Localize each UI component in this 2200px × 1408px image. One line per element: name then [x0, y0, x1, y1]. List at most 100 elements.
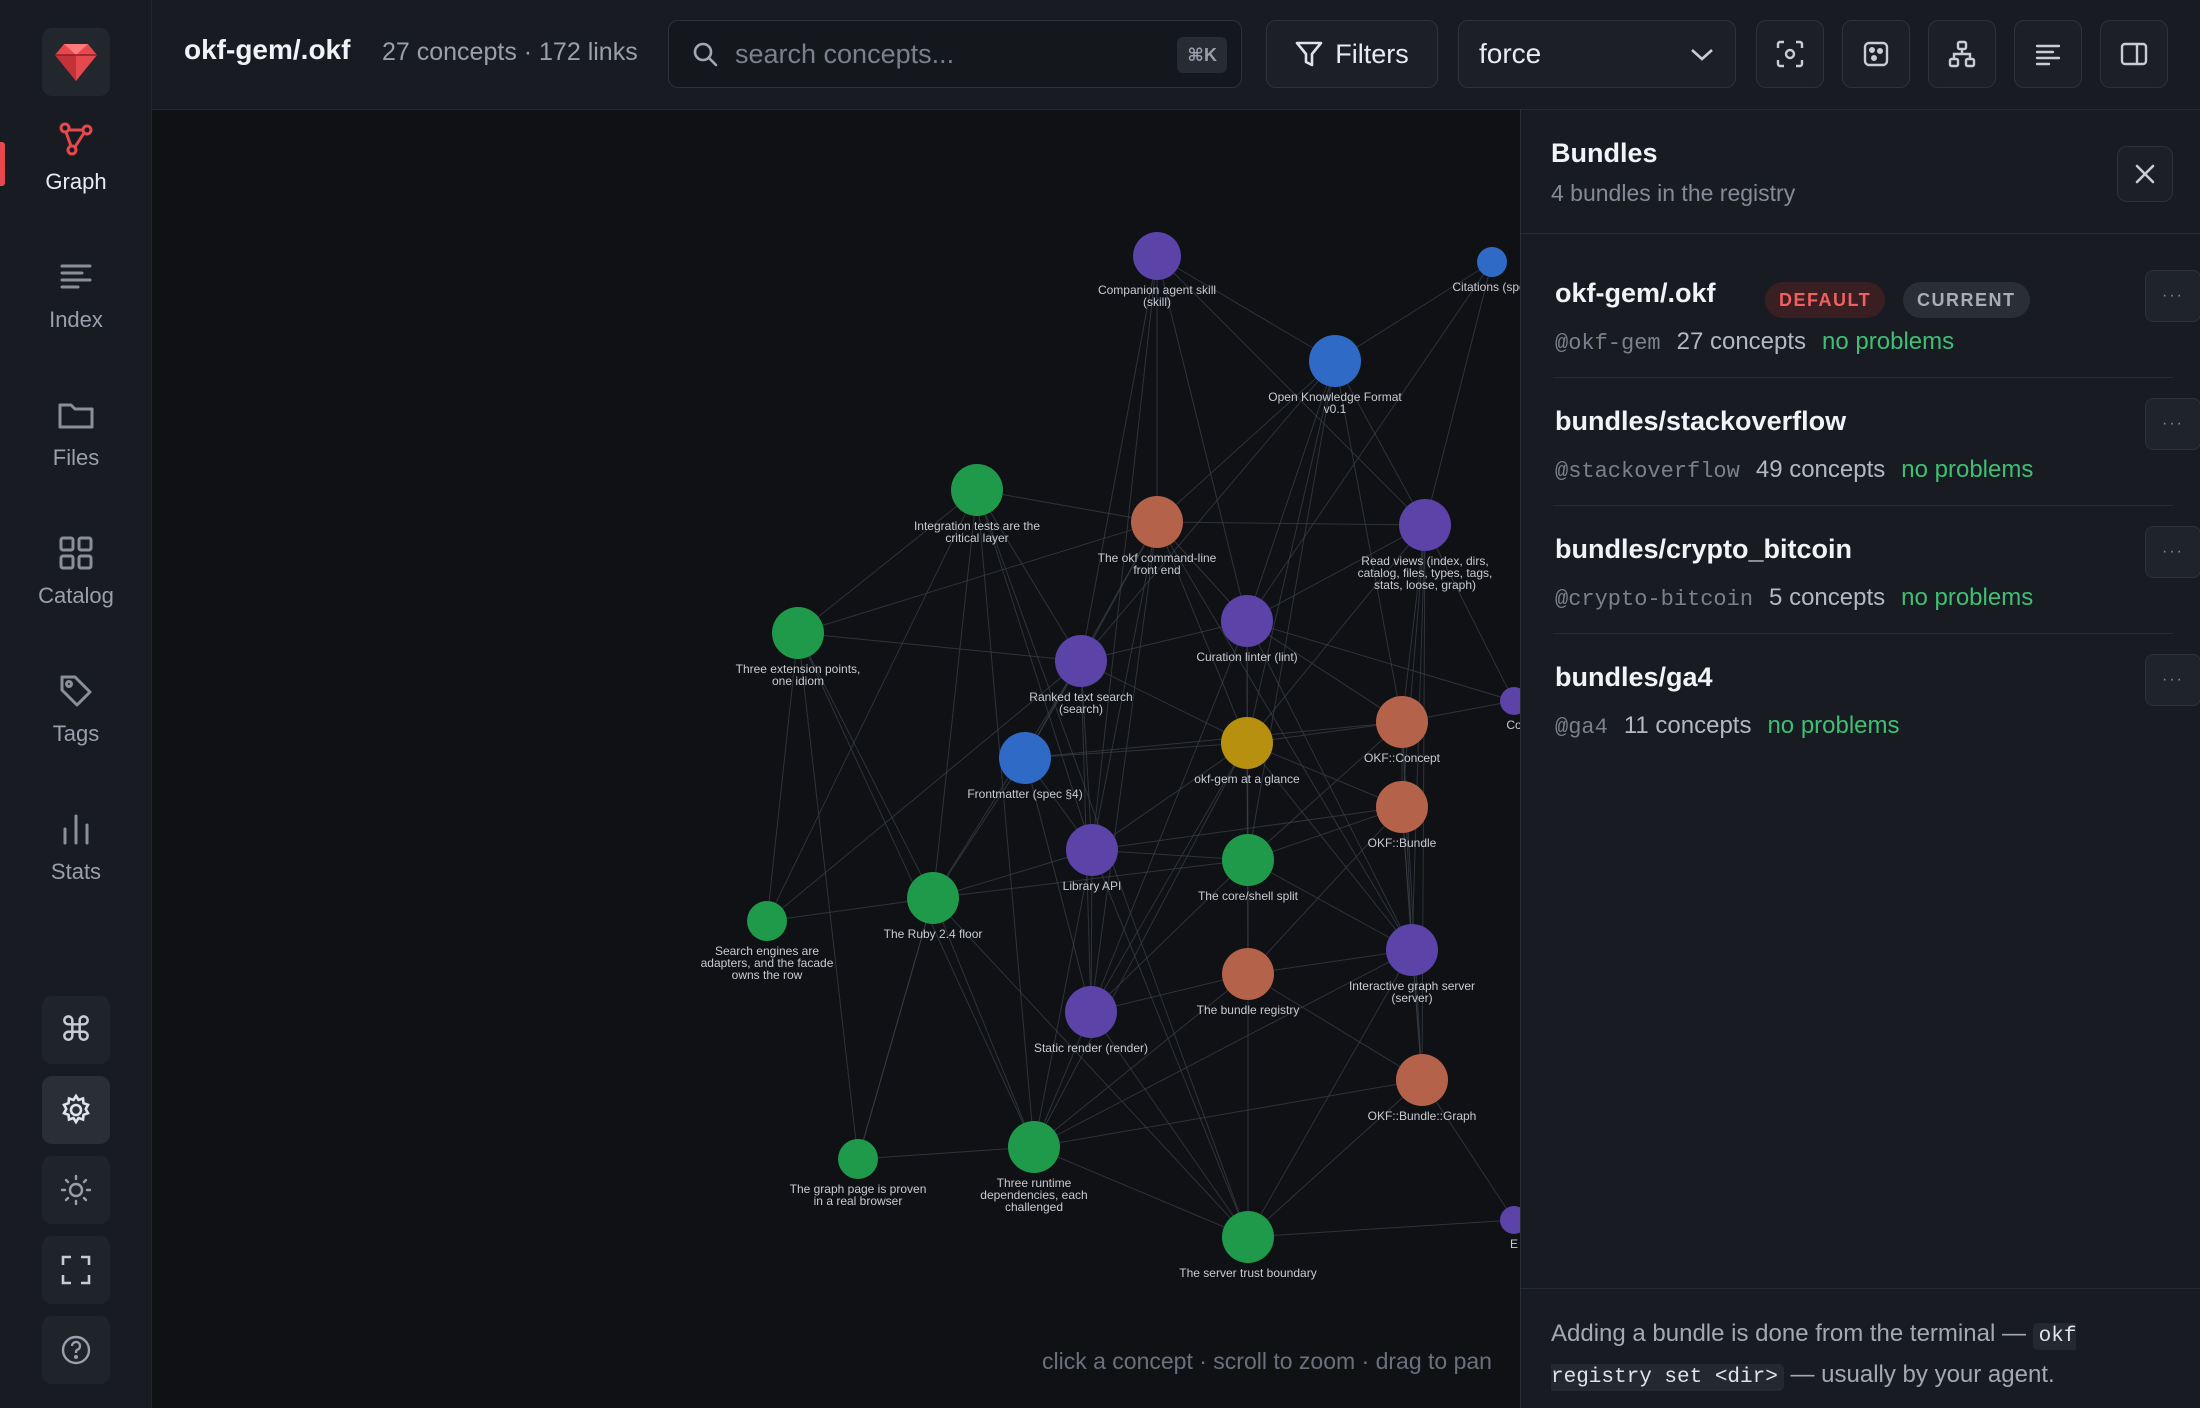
ruby-logo-icon[interactable] — [42, 28, 110, 96]
search-box[interactable]: ⌘K — [668, 20, 1242, 88]
nav-files[interactable]: Files — [0, 374, 152, 494]
search-input[interactable] — [735, 38, 1155, 70]
concept-node-circle[interactable] — [1133, 232, 1181, 280]
close-panel-button[interactable] — [2117, 146, 2173, 202]
bundle-item[interactable]: okf-gem/.okf DEFAULT CURRENT @okf-gem 27… — [1553, 250, 2200, 378]
concept-node[interactable]: okf-gem at a glance — [1194, 717, 1300, 786]
concept-node-label: OKF::Bundle — [1368, 836, 1437, 850]
help-button[interactable] — [42, 1316, 110, 1384]
bundle-item[interactable]: bundles/stackoverflow @stackoverflow 49 … — [1553, 378, 2200, 506]
concept-node[interactable]: Read views (index, dirs,catalog, files, … — [1358, 499, 1493, 592]
command-palette-button[interactable]: ⌘ — [42, 996, 110, 1064]
concept-node[interactable]: Static render (render) — [1034, 986, 1148, 1055]
toggle-panel-button[interactable] — [2100, 20, 2168, 88]
concept-node[interactable]: Open Knowledge Formatv0.1 — [1268, 335, 1402, 416]
nav-catalog[interactable]: Catalog — [0, 512, 152, 632]
concept-node-label: okf-gem at a glance — [1194, 772, 1300, 786]
concept-node-circle[interactable] — [1131, 496, 1183, 548]
settings-button[interactable] — [42, 1076, 110, 1144]
list-view-button[interactable] — [2014, 20, 2082, 88]
concept-graph[interactable]: Companion agent skill(skill)Citations (s… — [152, 110, 1520, 1408]
hierarchy-button[interactable] — [1928, 20, 1996, 88]
concept-node-circle[interactable] — [1221, 717, 1273, 769]
folder-icon — [58, 403, 94, 429]
graph-edge — [1091, 742, 1248, 851]
concept-node[interactable]: Library API — [1063, 824, 1122, 893]
concept-node-circle[interactable] — [1222, 834, 1274, 886]
concept-node-circle[interactable] — [772, 607, 824, 659]
concept-node-circle[interactable] — [1221, 595, 1273, 647]
concept-node[interactable]: Co — [1500, 687, 1520, 732]
theme-toggle-button[interactable] — [42, 1156, 110, 1224]
graph-canvas[interactable]: Companion agent skill (skill) Citations (s… — [152, 110, 1520, 1408]
focus-button[interactable] — [1756, 20, 1824, 88]
concept-node[interactable]: The Ruby 2.4 floor — [884, 872, 983, 941]
layout-value: force — [1479, 38, 1542, 69]
concept-node-circle[interactable] — [999, 732, 1051, 784]
concept-node-circle[interactable] — [1376, 696, 1428, 748]
bundle-more-button[interactable]: ··· — [2145, 270, 2200, 322]
search-shortcut: ⌘K — [1177, 37, 1227, 73]
concept-node-circle[interactable] — [1386, 924, 1438, 976]
gear-icon — [62, 1093, 90, 1125]
concept-node[interactable]: Integration tests are thecritical layer — [914, 464, 1040, 545]
concept-node-circle[interactable] — [1008, 1121, 1060, 1173]
concept-node[interactable]: OKF::Concept — [1364, 696, 1441, 765]
concept-node-circle[interactable] — [1222, 1211, 1274, 1263]
concept-node-circle[interactable] — [1500, 687, 1520, 715]
graph-edge — [1247, 1219, 1515, 1238]
concept-node-label: Citations (spec — [1452, 280, 1520, 294]
cluster-button[interactable] — [1842, 20, 1910, 88]
footer-text-end: — usually by your agent. — [1790, 1361, 2055, 1388]
concept-node-circle[interactable] — [1396, 1054, 1448, 1106]
bundle-item[interactable]: bundles/crypto_bitcoin @crypto-bitcoin 5… — [1553, 506, 2200, 634]
concept-node-circle[interactable] — [747, 901, 787, 941]
concept-node-circle[interactable] — [1065, 986, 1117, 1038]
concept-node-label: (skill) — [1143, 295, 1171, 309]
bundle-meta: @ga4 11 concepts no problems — [1555, 712, 1900, 740]
graph-edge — [976, 489, 1082, 662]
concept-node[interactable]: OKF::Bundle::Graph — [1368, 1054, 1477, 1123]
bundle-more-button[interactable]: ··· — [2145, 654, 2200, 706]
concept-node-circle[interactable] — [907, 872, 959, 924]
bundle-more-button[interactable]: ··· — [2145, 398, 2200, 450]
concept-node-label: OKF::Bundle::Graph — [1368, 1109, 1477, 1123]
layout-select[interactable]: force — [1458, 20, 1736, 88]
concept-node[interactable]: E — [1500, 1206, 1520, 1251]
nav-stats[interactable]: Stats — [0, 788, 152, 908]
concept-node-circle[interactable] — [1376, 781, 1428, 833]
bundle-name: bundles/crypto_bitcoin — [1555, 534, 1853, 564]
concept-node-circle[interactable] — [838, 1139, 878, 1179]
nav-tags[interactable]: Tags — [0, 650, 152, 770]
nav-graph[interactable]: Graph — [0, 98, 152, 218]
nav-index[interactable]: Index — [0, 236, 152, 356]
nav-index-label: Index — [49, 307, 103, 332]
concept-node[interactable]: The graph page is provenin a real browse… — [790, 1139, 927, 1208]
filters-label: Filters — [1335, 38, 1409, 69]
filters-button[interactable]: Filters — [1266, 20, 1438, 88]
concept-node[interactable]: Search engines areadapters, and the faca… — [701, 901, 834, 982]
concept-node-circle[interactable] — [1066, 824, 1118, 876]
bundle-item[interactable]: bundles/ga4 @ga4 11 concepts no problems… — [1553, 634, 2200, 762]
concept-node[interactable]: Interactive graph server(server) — [1349, 924, 1475, 1005]
concept-node-circle[interactable] — [1222, 948, 1274, 1000]
concept-node[interactable]: The server trust boundary — [1179, 1211, 1317, 1280]
concept-node-circle[interactable] — [951, 464, 1003, 516]
concept-node[interactable]: The okf command-linefront end — [1098, 496, 1217, 577]
bundle-concept-count: 27 concepts — [1676, 328, 1807, 355]
graph-edge — [932, 897, 1249, 1238]
fullscreen-button[interactable] — [42, 1236, 110, 1304]
concept-node[interactable]: Citations (spec — [1452, 247, 1520, 294]
concept-node-circle[interactable] — [1500, 1206, 1520, 1234]
concept-node-circle[interactable] — [1477, 247, 1507, 277]
concept-node[interactable]: Three runtimedependencies, eachchallenge… — [980, 1121, 1088, 1214]
concept-node-circle[interactable] — [1309, 335, 1361, 387]
concept-node[interactable]: OKF::Bundle — [1368, 781, 1437, 850]
bundle-handle: @okf-gem — [1555, 331, 1661, 356]
concept-node[interactable]: The core/shell split — [1198, 834, 1299, 903]
concept-node-circle[interactable] — [1055, 635, 1107, 687]
bundle-more-button[interactable]: ··· — [2145, 526, 2200, 578]
footer-text: Adding a bundle is done from the termina… — [1551, 1320, 2026, 1347]
concept-node-circle[interactable] — [1399, 499, 1451, 551]
bundle-meta: @crypto-bitcoin 5 concepts no problems — [1555, 584, 2033, 612]
